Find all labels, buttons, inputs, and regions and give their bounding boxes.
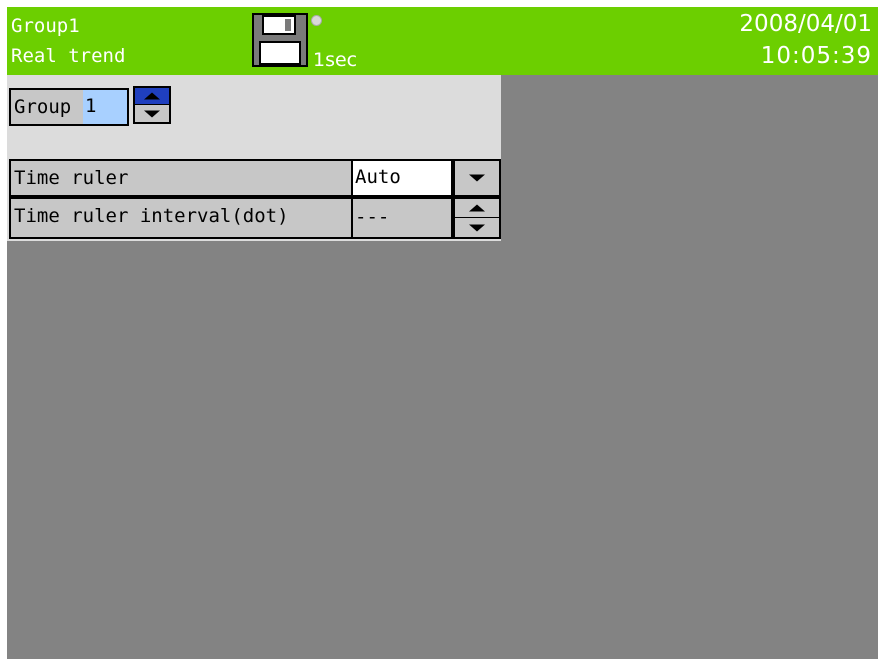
group-value-field[interactable]: 1 bbox=[83, 88, 129, 126]
header-date: 2008/04/01 bbox=[739, 11, 872, 37]
time-ruler-dropdown-button[interactable] bbox=[453, 159, 501, 197]
status-dot-icon bbox=[311, 15, 322, 26]
group-label: Group bbox=[9, 88, 85, 126]
status-header: Group1 Real trend 1sec 2008/04/01 10:05:… bbox=[7, 7, 878, 75]
arrow-up-icon bbox=[469, 204, 485, 212]
chevron-down-icon bbox=[469, 174, 485, 182]
time-ruler-interval-value: --- bbox=[351, 197, 453, 239]
time-ruler-interval-spinner[interactable] bbox=[453, 197, 501, 239]
time-ruler-interval-label: Time ruler interval(dot) bbox=[9, 197, 353, 239]
arrow-down-icon bbox=[144, 110, 160, 117]
time-ruler-value[interactable]: Auto bbox=[351, 159, 453, 197]
interval-spinner-up[interactable] bbox=[455, 199, 499, 218]
header-time: 10:05:39 bbox=[760, 43, 872, 69]
interval-spinner-down[interactable] bbox=[455, 218, 499, 237]
floppy-disk-icon bbox=[252, 13, 308, 67]
group-spinner-down[interactable] bbox=[135, 105, 169, 122]
settings-panel: Group 1 Time ruler Auto Time ruler inter… bbox=[7, 75, 501, 241]
screen: Group1 Real trend 1sec 2008/04/01 10:05:… bbox=[7, 7, 878, 659]
arrow-down-icon bbox=[469, 224, 485, 231]
header-mode-name: Real trend bbox=[11, 45, 126, 67]
header-interval: 1sec bbox=[313, 49, 358, 71]
time-ruler-label: Time ruler bbox=[9, 159, 353, 197]
arrow-up-icon bbox=[144, 92, 160, 100]
group-spinner-up[interactable] bbox=[135, 88, 169, 105]
header-group-name: Group1 bbox=[11, 15, 80, 37]
group-spinner[interactable] bbox=[133, 86, 171, 124]
